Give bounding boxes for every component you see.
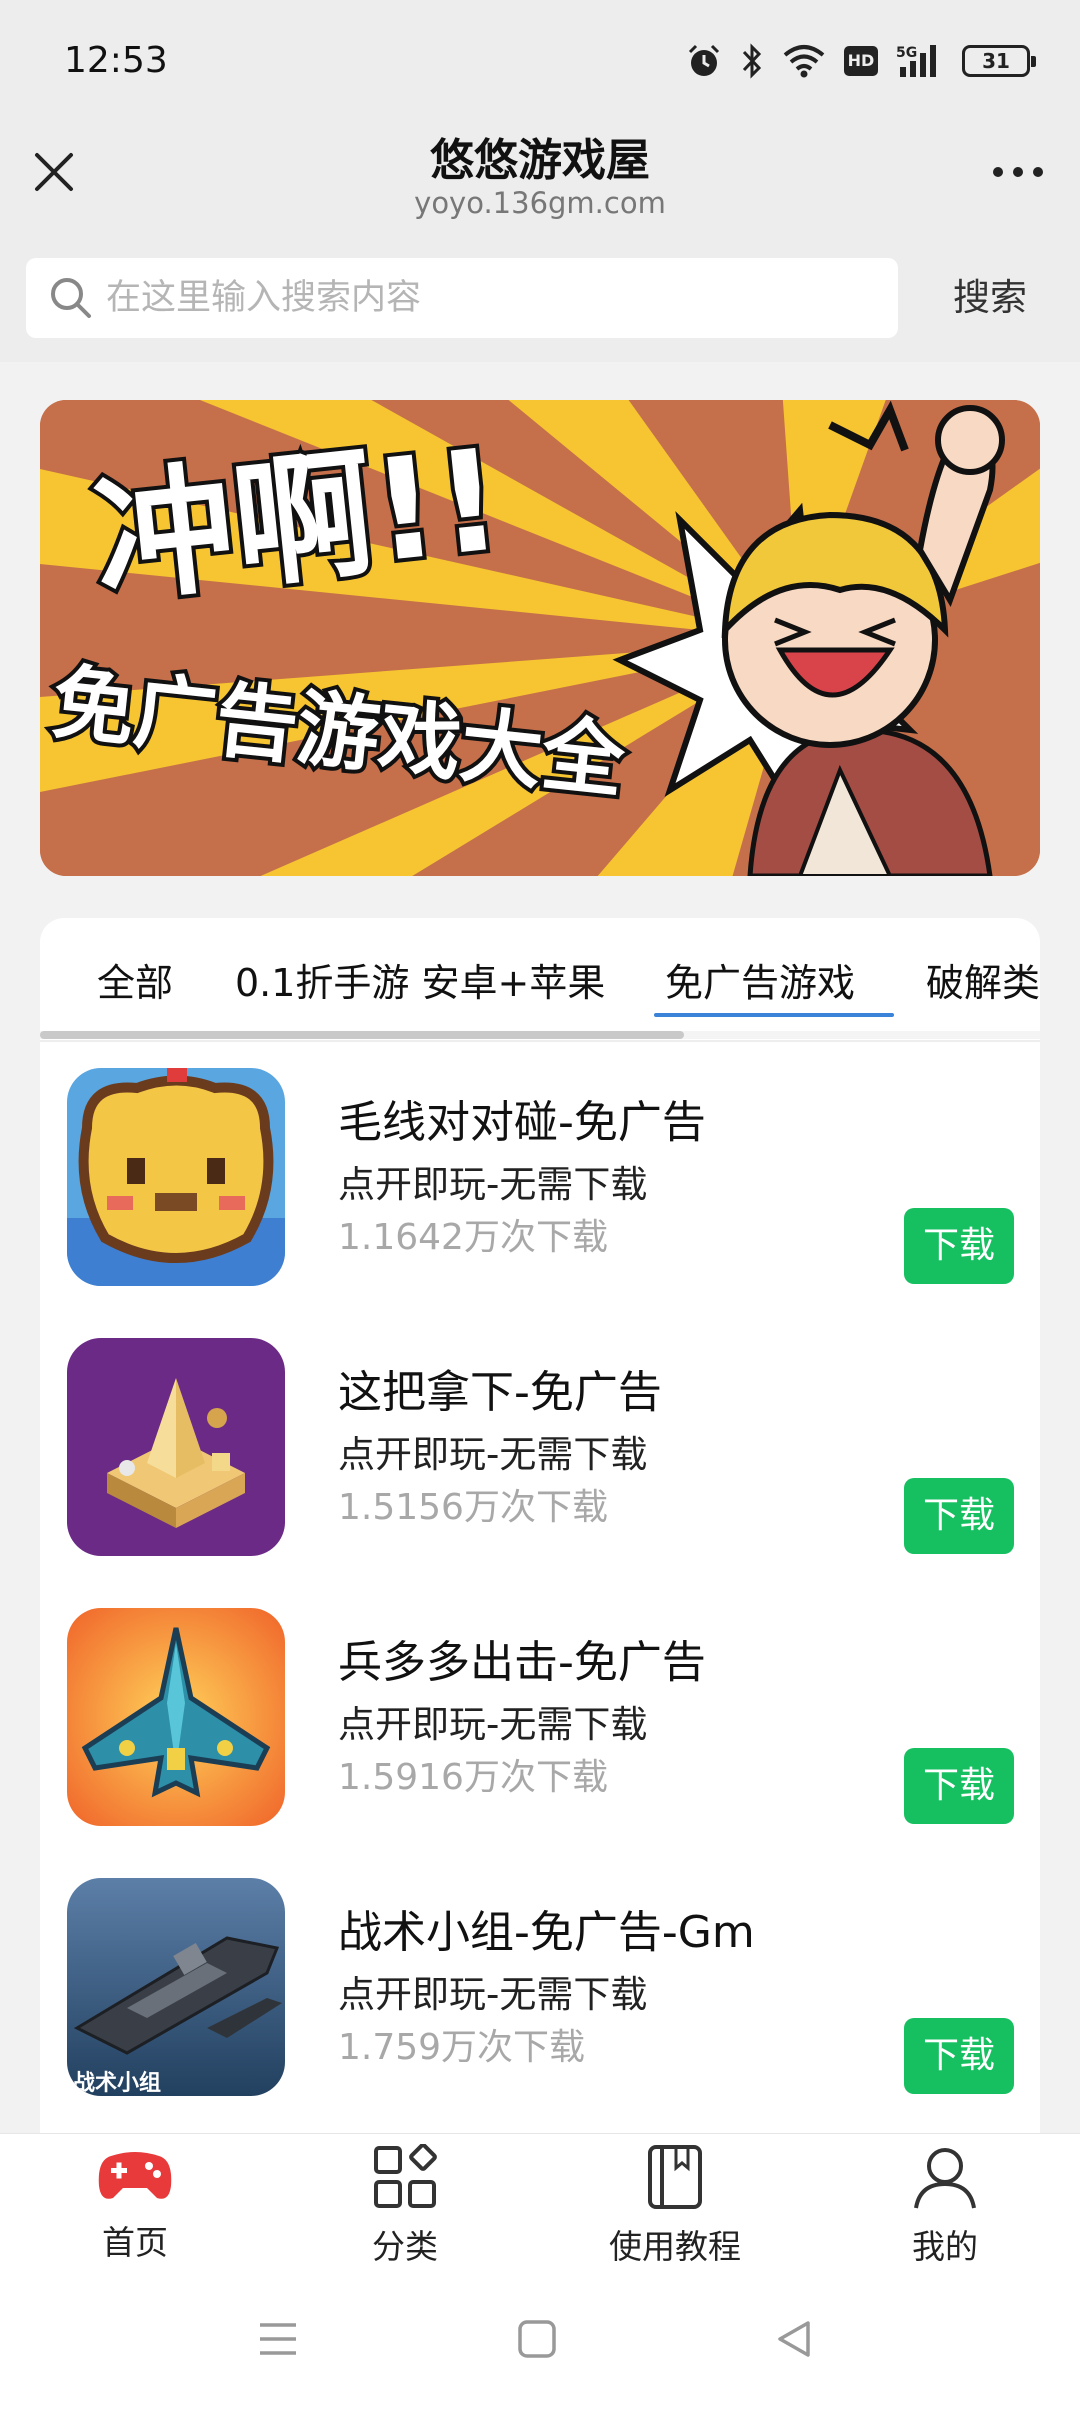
search-bar: 搜索 xyxy=(0,238,1080,362)
tab-all[interactable]: 全部 xyxy=(97,952,173,1007)
list-item[interactable]: 毛线对对碰-免广告 点开即玩-无需下载 1.1642万次下载 下载 xyxy=(40,1068,1040,1318)
nav-category[interactable]: 分类 xyxy=(305,2144,505,2284)
more-icon xyxy=(993,167,1043,177)
list-item[interactable]: 这把拿下-免广告 点开即玩-无需下载 1.5156万次下载 下载 xyxy=(40,1338,1040,1588)
game-title[interactable]: 战术小组-免广告-Gm xyxy=(338,1896,755,1960)
hd-icon: HD xyxy=(844,46,878,76)
back-icon[interactable] xyxy=(774,2319,814,2359)
game-subtitle: 点开即玩-无需下载 xyxy=(338,1163,648,1206)
tab-scrollbar[interactable] xyxy=(40,1031,684,1039)
nav-label: 首页 xyxy=(102,2223,168,2262)
game-icon-pyramid[interactable] xyxy=(67,1338,285,1556)
category-tabs: 全部 0.1折手游 安卓+苹果 免广告游戏 破解类 xyxy=(40,918,1040,1042)
bluetooth-icon xyxy=(742,43,762,79)
list-item[interactable]: 战术小组 战术小组-免广告-Gm 点开即玩-无需下载 1.759万次下载 下载 xyxy=(40,1878,1040,2128)
game-subtitle: 点开即玩-无需下载 xyxy=(338,1703,648,1746)
game-download-count: 1.5156万次下载 xyxy=(338,1487,608,1528)
search-input[interactable] xyxy=(106,278,866,318)
home-icon[interactable] xyxy=(517,2319,557,2359)
alarm-icon xyxy=(688,44,720,76)
search-icon xyxy=(51,278,91,318)
nav-profile[interactable]: 我的 xyxy=(845,2144,1045,2284)
user-icon xyxy=(914,2148,976,2209)
gamepad-icon xyxy=(98,2152,172,2199)
game-download-count: 1.1642万次下载 xyxy=(338,1217,608,1258)
nav-label: 分类 xyxy=(372,2227,438,2266)
game-download-count: 1.5916万次下载 xyxy=(338,1757,608,1798)
nav-home[interactable]: 首页 xyxy=(35,2144,235,2284)
nav-tutorial[interactable]: 使用教程 xyxy=(575,2144,775,2284)
game-icon-warship[interactable]: 战术小组 xyxy=(67,1878,285,2096)
menu-icon[interactable] xyxy=(258,2319,298,2359)
nav-label: 我的 xyxy=(912,2227,978,2266)
more-button[interactable] xyxy=(986,144,1050,200)
bottom-nav: 首页 分类 使用教程 我的 xyxy=(0,2133,1080,2285)
game-icon-jet[interactable] xyxy=(67,1608,285,1826)
game-subtitle: 点开即玩-无需下载 xyxy=(338,1433,648,1476)
download-button[interactable]: 下载 xyxy=(904,1478,1014,1554)
game-icon-caption: 战术小组 xyxy=(73,2070,161,2096)
download-button[interactable]: 下载 xyxy=(904,1208,1014,1284)
game-title[interactable]: 毛线对对碰-免广告 xyxy=(338,1086,706,1150)
game-icon-yarn[interactable] xyxy=(67,1068,285,1286)
battery-icon: 31 xyxy=(962,45,1036,77)
system-nav-bar xyxy=(0,2285,1080,2412)
wifi-icon xyxy=(783,45,825,78)
game-subtitle: 点开即玩-无需下载 xyxy=(338,1973,648,2016)
game-list-card: 全部 0.1折手游 安卓+苹果 免广告游戏 破解类 毛线对对碰-免广告 点开即玩… xyxy=(40,918,1040,2133)
download-button[interactable]: 下载 xyxy=(904,2018,1014,2094)
tab-active-indicator xyxy=(654,1013,894,1017)
tab-discount[interactable]: 0.1折手游 安卓+苹果 xyxy=(235,952,605,1007)
download-button[interactable]: 下载 xyxy=(904,1748,1014,1824)
status-bar: 12:53 HD 5G 31 xyxy=(0,0,1080,124)
status-icons: HD 5G 31 xyxy=(686,38,1036,84)
banner-artwork: 冲啊!! 免广告游戏大全 xyxy=(40,400,1040,876)
tab-cracked[interactable]: 破解类 xyxy=(926,952,1040,1007)
search-button[interactable]: 搜索 xyxy=(900,258,1080,338)
tabs-divider xyxy=(40,1040,1040,1042)
game-title[interactable]: 这把拿下-免广告 xyxy=(338,1356,662,1420)
5g-signal-icon: 5G xyxy=(896,45,936,77)
search-box[interactable] xyxy=(26,258,898,338)
game-download-count: 1.759万次下载 xyxy=(338,2027,586,2068)
list-item[interactable]: 兵多多出击-免广告 点开即玩-无需下载 1.5916万次下载 下载 xyxy=(40,1608,1040,1858)
tab-ad-free[interactable]: 免广告游戏 xyxy=(665,952,855,1007)
status-time: 12:53 xyxy=(64,40,168,81)
svg-text:5G: 5G xyxy=(896,45,917,61)
book-icon xyxy=(648,2145,702,2209)
title-bar: 悠悠游戏屋 yoyo.136gm.com xyxy=(0,124,1080,238)
promo-banner[interactable]: 冲啊!! 免广告游戏大全 xyxy=(40,400,1040,876)
game-title[interactable]: 兵多多出击-免广告 xyxy=(338,1626,706,1690)
page-url: yoyo.136gm.com xyxy=(414,186,666,220)
nav-label: 使用教程 xyxy=(609,2227,741,2266)
category-icon xyxy=(374,2144,437,2208)
page-title: 悠悠游戏屋 xyxy=(430,135,650,186)
